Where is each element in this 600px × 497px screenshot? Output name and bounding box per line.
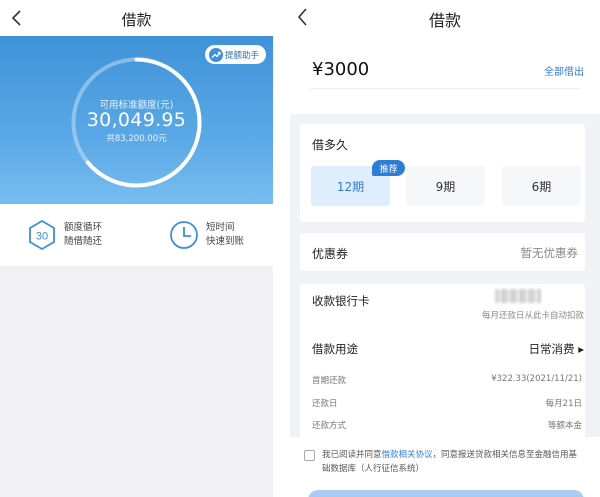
detail-value: 等额本金 — [547, 421, 582, 431]
agreement-prefix: 我已阅读并同意 — [322, 450, 382, 460]
agreement-text: 我已阅读并同意借款相关协议，同意报送贷款相关信息至金融信用基础数据库（人行征信系… — [322, 448, 584, 476]
term-option-9[interactable]: 9期 — [406, 166, 485, 206]
bank-card-label: 收款银行卡 — [312, 294, 370, 308]
boost-icon — [209, 47, 223, 62]
left-header: 借款 — [0, 0, 273, 36]
page-title: 借款 — [121, 11, 152, 29]
detail-label: 首期还款 — [312, 376, 347, 386]
borrow-all-button[interactable]: 全部借出 — [544, 63, 584, 78]
coupon-value: 暂无优惠券 — [520, 246, 579, 260]
feature-revolving-credit: 30 额度循环 随借随还 — [26, 219, 102, 251]
submit-button[interactable] — [308, 490, 584, 497]
feature-line1: 额度循环 — [64, 222, 103, 233]
hexagon-badge-text: 30 — [36, 231, 48, 243]
screens-divider — [273, 0, 290, 497]
available-credit-amount: 30,049.95 — [86, 109, 187, 131]
30-hexagon-icon: 30 — [29, 219, 55, 251]
term-title: 借多久 — [312, 138, 349, 152]
right-header: 借款 — [290, 0, 600, 34]
feature-line1: 短时间 — [206, 222, 235, 233]
loan-amount-input[interactable]: ¥3000 — [312, 59, 369, 80]
purpose-label: 借款用途 — [312, 342, 358, 356]
coupon-label: 优惠券 — [312, 247, 349, 261]
detail-row-repayment-day: 还款日 每月21日 — [312, 397, 582, 409]
detail-label: 还款方式 — [312, 421, 347, 431]
purpose-select[interactable]: 日常消费 ▸ — [529, 341, 584, 357]
feature-fast-arrival: 短时间 快速到账 — [168, 219, 244, 251]
right-screen: 借款 ¥3000 全部借出 借多久 12期 9期 6期 推荐 优惠券 暂无优惠券… — [290, 0, 600, 497]
detail-row-first-repayment: 首期还款 ¥322.33(2021/11/21) — [312, 374, 582, 386]
agreement-checkbox[interactable] — [304, 450, 315, 461]
boost-assistant-label: 提额助手 — [225, 50, 260, 61]
bank-card-number-masked[interactable] — [495, 289, 541, 303]
left-screen: 借款 可用标准额度(元) 30,049.95 共83,200.00元 提额助手 … — [0, 0, 273, 497]
detail-value: 每月21日 — [545, 399, 582, 409]
clock-icon — [170, 221, 198, 249]
detail-value: ¥322.33(2021/11/21) — [491, 374, 582, 384]
amount-divider — [310, 88, 580, 89]
detail-row-repayment-method: 还款方式 等额本金 — [312, 419, 582, 431]
recommended-badge: 推荐 — [372, 160, 405, 176]
bank-card-note: 每月还款日从此卡自动扣款 — [481, 311, 584, 321]
term-option-6[interactable]: 6期 — [502, 166, 581, 206]
feature-line2: 随借随还 — [64, 236, 103, 247]
page-title: 借款 — [428, 11, 461, 30]
feature-line2: 快速到账 — [206, 236, 245, 247]
total-credit: 共83,200.00元 — [106, 134, 167, 144]
detail-label: 还款日 — [312, 399, 338, 409]
agreement-link[interactable]: 借款相关协议 — [382, 450, 433, 460]
boost-assistant-button[interactable]: 提额助手 — [205, 45, 266, 64]
